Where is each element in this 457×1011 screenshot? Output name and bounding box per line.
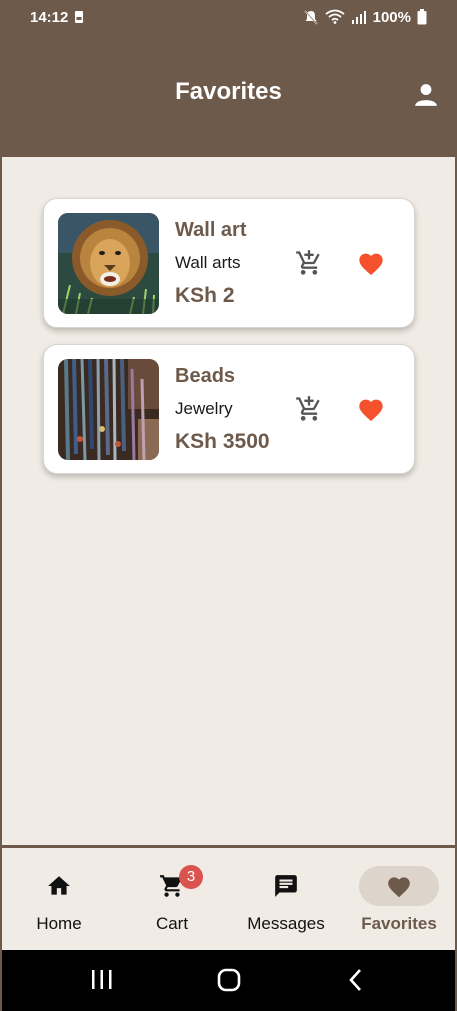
status-time: 14:12 bbox=[30, 8, 69, 26]
product-name: Wall art bbox=[175, 219, 247, 241]
product-name: Beads bbox=[175, 365, 236, 387]
home-circle-icon[interactable] bbox=[216, 967, 242, 998]
cart-count-badge: 3 bbox=[179, 865, 203, 889]
heart-icon bbox=[359, 866, 439, 906]
system-navigation-bar bbox=[0, 950, 457, 1011]
favorite-card[interactable]: Beads Jewelry KSh 3500 bbox=[43, 344, 415, 474]
heart-icon[interactable] bbox=[357, 396, 385, 422]
add-to-cart-icon[interactable] bbox=[295, 249, 323, 277]
nav-label: Cart bbox=[155, 914, 189, 933]
product-image-lion-painting bbox=[58, 213, 159, 314]
battery-icon bbox=[417, 9, 427, 25]
nav-item-cart[interactable]: 3 Cart bbox=[115, 848, 229, 950]
product-price: KSh 2 bbox=[175, 284, 235, 307]
product-image-beaded-jewelry bbox=[58, 359, 159, 460]
message-icon bbox=[246, 866, 326, 906]
wifi-icon bbox=[325, 9, 345, 25]
nav-label: Messages bbox=[247, 914, 325, 933]
person-icon[interactable] bbox=[413, 82, 439, 108]
product-category: Jewelry bbox=[175, 399, 233, 418]
mute-icon bbox=[303, 9, 319, 25]
battery-percent: 100% bbox=[372, 8, 411, 26]
product-price: KSh 3500 bbox=[175, 430, 270, 453]
product-category: Wall arts bbox=[175, 253, 241, 272]
signal-icon bbox=[351, 10, 367, 24]
app-header: 14:12 100% Favorites bbox=[0, 0, 457, 157]
back-icon[interactable] bbox=[344, 967, 368, 998]
nav-item-home[interactable]: Home bbox=[2, 848, 116, 950]
status-bar: 14:12 100% bbox=[0, 0, 457, 34]
page-title: Favorites bbox=[175, 78, 282, 105]
nav-label: Home bbox=[36, 914, 82, 933]
storage-icon bbox=[74, 10, 84, 24]
home-icon bbox=[19, 866, 99, 906]
nav-item-favorites[interactable]: Favorites bbox=[342, 848, 456, 950]
recents-icon[interactable] bbox=[90, 967, 114, 998]
heart-icon[interactable] bbox=[357, 250, 385, 276]
nav-label: Favorites bbox=[361, 914, 437, 933]
add-to-cart-icon[interactable] bbox=[295, 395, 323, 423]
nav-item-messages[interactable]: Messages bbox=[229, 848, 343, 950]
favorite-card[interactable]: Wall art Wall arts KSh 2 bbox=[43, 198, 415, 328]
bottom-navigation: Home 3 Cart Messages Favorites bbox=[0, 845, 457, 950]
